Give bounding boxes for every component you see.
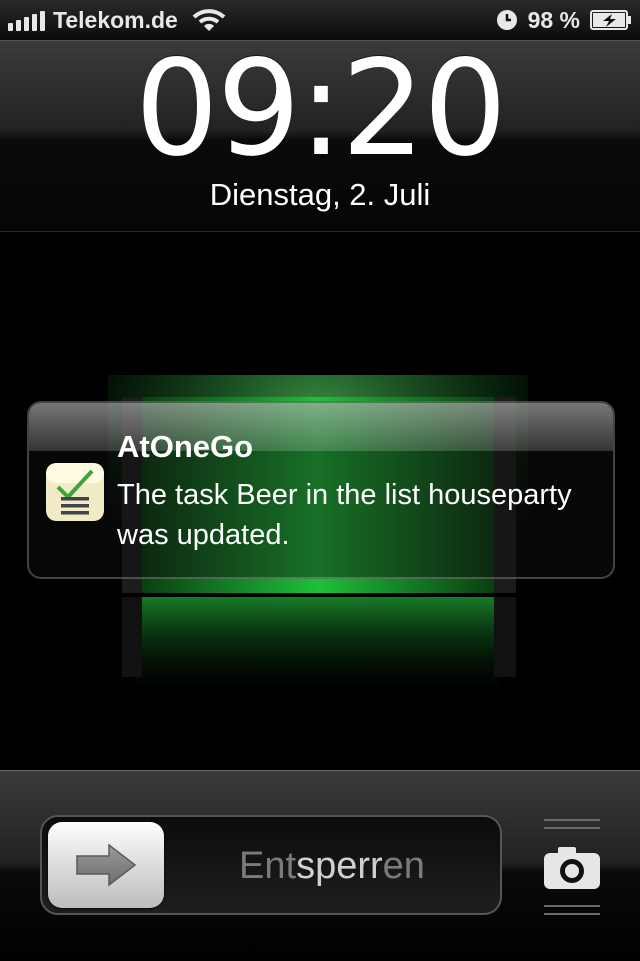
battery-percent: 98 % — [527, 6, 580, 33]
unlock-bar: Entsperren — [0, 770, 640, 961]
arrow-right-icon — [76, 843, 137, 887]
slide-to-unlock-label: Entsperren — [164, 845, 500, 888]
camera-grabber[interactable] — [540, 811, 604, 921]
lock-date: Dienstag, 2. Juli — [209, 177, 431, 212]
notification-message: The task Beer in the list houseparty was… — [117, 479, 572, 551]
clock-band: 09:20 Dienstag, 2. Juli — [0, 32, 640, 232]
rotation-lock-icon — [496, 10, 517, 30]
battery-charging-icon — [590, 10, 631, 30]
wifi-icon — [192, 9, 226, 31]
checklist-app-icon — [46, 463, 104, 521]
notification-title: AtOneGo — [117, 429, 254, 464]
slide-label-part-3: en — [382, 845, 425, 887]
slider-knob[interactable] — [48, 822, 164, 908]
signal-bars-icon — [8, 9, 45, 31]
lock-time: 09:20 — [134, 32, 507, 186]
notification-banner[interactable]: AtOneGo The task Beer in the list housep… — [27, 401, 615, 579]
slide-label-shine: sperr — [296, 845, 383, 887]
grip-line — [544, 905, 600, 907]
carrier-name: Telekom.de — [53, 6, 178, 33]
grip-line — [544, 827, 600, 829]
camera-icon — [544, 847, 600, 889]
grip-line — [544, 913, 600, 915]
slide-label-part-1: Ent — [239, 845, 297, 887]
unlock-slider[interactable]: Entsperren — [40, 815, 502, 915]
grip-line — [544, 819, 600, 821]
